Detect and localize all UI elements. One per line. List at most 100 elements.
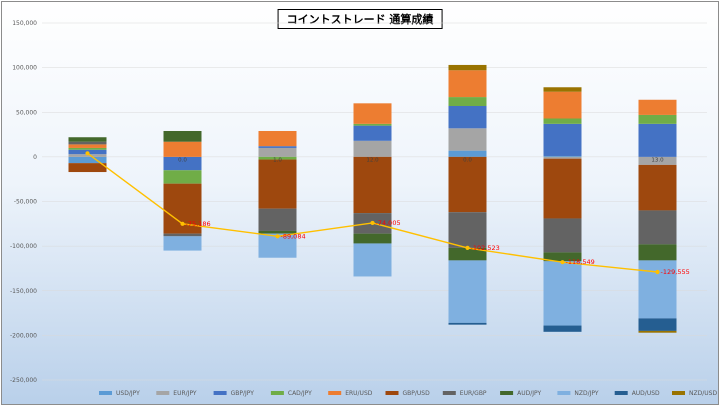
legend-label: EUR/GBP <box>460 390 487 397</box>
total-line-point <box>560 260 565 265</box>
legend-swatch <box>213 391 227 395</box>
legend-label: USD/JPY <box>116 390 140 397</box>
legend-label: CAD/JPY <box>288 390 312 397</box>
bar-segment <box>638 123 677 157</box>
bar-segment <box>638 244 677 261</box>
y-tick-label: -150,000 <box>10 288 37 295</box>
bar-segment <box>448 64 487 71</box>
bar-segment <box>638 114 677 124</box>
total-line-point <box>275 234 280 239</box>
legend-swatch <box>672 391 685 395</box>
legend-swatch <box>500 391 514 395</box>
bar-segment <box>258 159 297 209</box>
bar-segment <box>163 233 202 237</box>
bar-segment <box>353 125 392 141</box>
bar-segment <box>68 137 107 142</box>
total-line-point <box>370 220 375 226</box>
y-tick-label: -250,000 <box>10 377 37 384</box>
bar-segment <box>68 147 107 150</box>
segment-value-label: 0.0 <box>463 157 472 163</box>
bar-segment <box>543 156 582 159</box>
bar-segment <box>638 318 677 331</box>
bar-segment <box>448 322 487 325</box>
bar-segment <box>448 260 487 323</box>
total-line-label: -74,005 <box>376 219 401 227</box>
legend-swatch <box>328 391 342 395</box>
chart-svg: 150,000 100,000 50,000 0 -50,000 -100,000 -150… <box>10 20 717 397</box>
legend-label: GBP/USD <box>403 390 431 397</box>
bar-segment <box>258 146 297 148</box>
total-line-label: -89,084 <box>281 232 306 240</box>
bar-segment <box>448 97 487 107</box>
bar-segment <box>543 155 582 157</box>
legend-label: ERU/USD <box>345 390 373 397</box>
legend-label: NZD/JPY <box>574 390 598 397</box>
total-line-point <box>180 221 185 226</box>
bar-segment <box>543 87 582 92</box>
total-line-point <box>85 151 90 156</box>
bar-segment <box>353 103 392 124</box>
y-tick-label: -200,000 <box>10 332 37 339</box>
bar-segment <box>543 118 582 124</box>
bar-segment <box>448 156 487 213</box>
bar-segment <box>68 163 107 173</box>
segment-value-label: 12.0 <box>366 157 379 163</box>
legend-swatch <box>156 391 170 395</box>
bar-segment <box>448 150 487 157</box>
total-line-label: -75,186 <box>186 220 211 228</box>
bar-segment <box>638 210 677 245</box>
bar-segment <box>258 147 297 157</box>
bar-segment <box>638 330 677 333</box>
legend-swatch <box>99 391 112 395</box>
bar-segment <box>353 233 392 244</box>
chart-frame: コイントストレード 通算成績 150,000 100,000 50,000 0 -50,… <box>1 1 719 405</box>
y-tick-label: -100,000 <box>10 243 37 250</box>
legend-label: NZD/USD <box>689 390 717 397</box>
bar-segment <box>543 158 582 219</box>
legend-label: GBP/JPY <box>231 390 255 397</box>
bar-segment <box>638 164 677 211</box>
bar-segment <box>543 123 582 156</box>
bar-segment <box>163 141 202 157</box>
bar-segment <box>638 99 677 115</box>
bar-segment <box>68 144 107 148</box>
y-tick-label: 100,000 <box>12 65 37 72</box>
legend-label: AUD/JPY <box>517 390 541 397</box>
bar-segment <box>448 106 487 129</box>
bar-segment <box>448 212 487 248</box>
bar-segment <box>353 156 392 214</box>
bar-segment <box>68 141 107 145</box>
y-tick-label: 150,000 <box>12 20 37 27</box>
bar-segment <box>163 130 202 142</box>
bar-segment <box>543 325 582 332</box>
segment-value-label: 0.0 <box>178 157 187 163</box>
bar-segment <box>163 170 202 184</box>
bar-segment <box>163 236 202 251</box>
y-tick-label: -50,000 <box>14 199 37 206</box>
legend-label: AUD/USD <box>632 390 660 397</box>
legend-swatch <box>270 391 284 395</box>
legend-label: EUR/JPY <box>173 390 197 397</box>
legend-swatch <box>442 391 456 395</box>
bar-segment <box>353 123 392 126</box>
total-line-point <box>655 269 660 275</box>
y-tick-label: 0 <box>33 154 37 161</box>
segment-value-label: 13.0 <box>651 157 664 163</box>
total-line-label: -129,555 <box>661 268 690 276</box>
bar-segment <box>353 243 392 277</box>
bar-segment <box>258 130 297 147</box>
total-line-label: -118,549 <box>566 258 595 266</box>
legend-swatch <box>385 391 399 395</box>
bar-segment <box>543 261 582 326</box>
y-tick-label: 50,000 <box>16 109 37 116</box>
legend-swatch <box>557 391 571 395</box>
bar-segment <box>353 140 392 157</box>
bar-segment <box>68 156 107 164</box>
total-line-label: -102,523 <box>471 244 500 252</box>
bar-segment <box>543 91 582 119</box>
legend-swatch <box>614 391 628 395</box>
bar-segment <box>258 208 297 231</box>
bar-segment <box>543 218 582 253</box>
bar-segment <box>448 70 487 98</box>
bar-segment <box>448 128 487 151</box>
